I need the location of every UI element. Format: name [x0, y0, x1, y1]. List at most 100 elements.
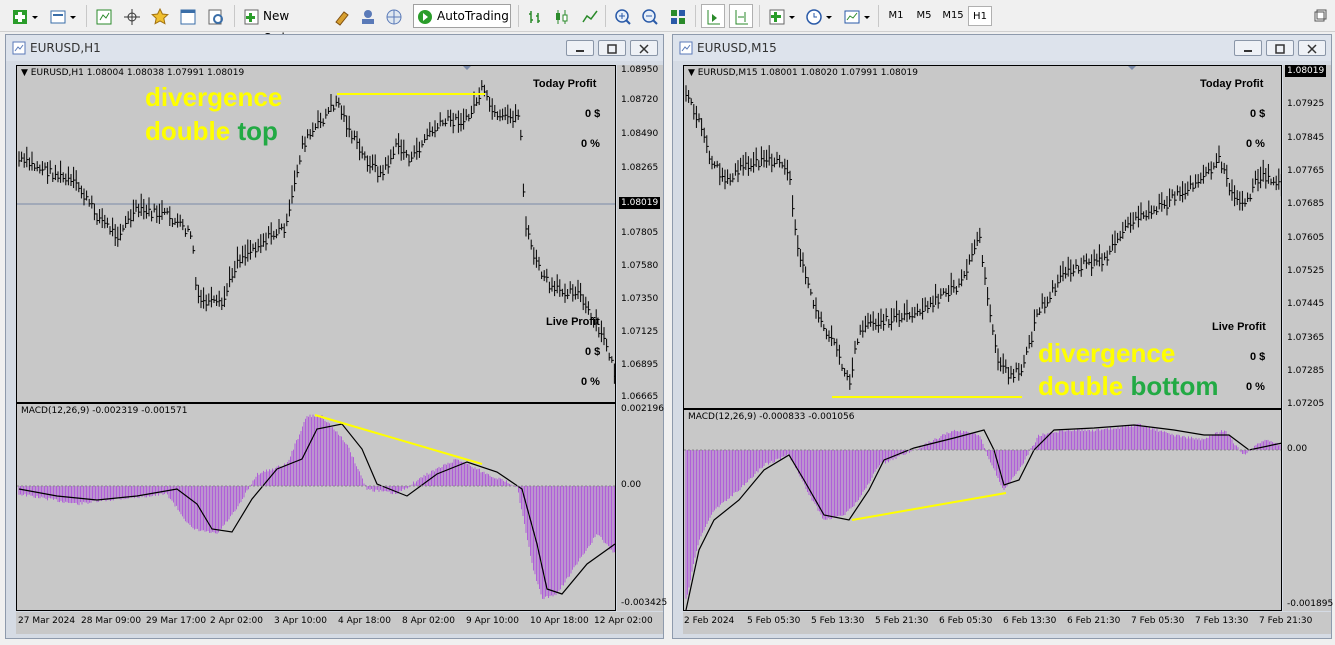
- bar-chart-button[interactable]: [524, 4, 546, 28]
- time-label: 6 Feb 13:30: [1003, 616, 1057, 626]
- time-axis[interactable]: 27 Mar 2024 28 Mar 09:00 29 Mar 17:00 2 …: [16, 612, 663, 634]
- candlestick-button[interactable]: [550, 4, 572, 28]
- chart-window-eurusd-h1: EURUSD,H1 ▼ EURUSD,H1 1.08004 1.08038 1.…: [5, 34, 667, 639]
- price-tick: 1.07845: [1287, 133, 1325, 143]
- minimize-button[interactable]: [566, 40, 594, 56]
- window-title: EURUSD,M15: [697, 41, 777, 55]
- periods-button[interactable]: [802, 4, 834, 28]
- maximize-button[interactable]: [1266, 40, 1294, 56]
- timeframe-h1[interactable]: H1: [968, 6, 992, 26]
- price-tick: 1.07925: [1287, 99, 1325, 109]
- price-pane[interactable]: ▼ EURUSD,H1 1.08004 1.08038 1.07991 1.08…: [16, 65, 616, 403]
- price-tick: 1.07525: [1287, 266, 1325, 276]
- macd-tick: 0.00: [621, 480, 642, 490]
- price-chart-canvas: [17, 66, 615, 384]
- signals-button[interactable]: [356, 4, 378, 28]
- maximize-icon: [607, 44, 617, 54]
- macd-pane[interactable]: MACD(12,26,9) -0.002319 -0.001571: [16, 403, 616, 611]
- autotrading-icon: [418, 10, 432, 24]
- time-label: 28 Mar 09:00: [81, 616, 142, 626]
- close-button[interactable]: [1298, 40, 1326, 56]
- restore-icon: [1314, 9, 1327, 22]
- live-profit-value: 0 $: [585, 346, 601, 358]
- strategy-tester-button[interactable]: [204, 4, 228, 28]
- annotation-divergence: divergence: [1038, 338, 1176, 368]
- crosshair-button[interactable]: [120, 4, 144, 28]
- chart-menu-arrow-icon[interactable]: ▼: [21, 68, 28, 78]
- live-profit-label: Live Profit: [546, 316, 600, 328]
- market-button[interactable]: [382, 4, 406, 28]
- zoom-out-button[interactable]: [638, 4, 660, 28]
- metaeditor-button[interactable]: [330, 4, 352, 28]
- price-tick: 1.07125: [621, 327, 659, 337]
- indicators-button[interactable]: [765, 4, 797, 28]
- restore-workspace-button[interactable]: [1308, 4, 1330, 28]
- price-tick: 1.07365: [1287, 333, 1325, 343]
- time-label: 6 Feb 21:30: [1067, 616, 1121, 626]
- maximize-button[interactable]: [598, 40, 626, 56]
- today-profit-percent: 0 %: [581, 138, 600, 150]
- market-watch-icon: [96, 9, 112, 25]
- macd-tick: 0.00: [1287, 444, 1308, 454]
- autoscroll-button[interactable]: [701, 4, 725, 28]
- time-label: 8 Apr 02:00: [402, 616, 455, 626]
- line-chart-button[interactable]: [578, 4, 600, 28]
- zoom-in-icon: [615, 9, 631, 25]
- profiles-button[interactable]: [46, 4, 80, 28]
- chart-shift-icon: [735, 10, 748, 25]
- main-toolbar: New Order AutoTrading: [0, 0, 1335, 45]
- chart-shift-button[interactable]: [729, 4, 753, 28]
- close-button[interactable]: [630, 40, 658, 56]
- price-tick: 1.07605: [1287, 233, 1325, 243]
- price-tick: 1.08950: [621, 65, 659, 75]
- tile-windows-icon: [671, 10, 685, 24]
- time-axis[interactable]: 2 Feb 2024 5 Feb 05:30 5 Feb 13:30 5 Feb…: [683, 612, 1331, 634]
- navigator-button[interactable]: [148, 4, 172, 28]
- today-profit-label: Today Profit: [533, 78, 597, 90]
- macd-title: MACD(12,26,9) -0.000833 -0.001056: [688, 412, 855, 422]
- price-axis[interactable]: 1.08019 1.07925 1.07845 1.07765 1.07685 …: [1283, 65, 1331, 409]
- maximize-icon: [1275, 44, 1285, 54]
- macd-axis: 0.00 -0.001895: [1283, 409, 1333, 611]
- price-tick: 1.06895: [621, 360, 659, 370]
- price-tick: 1.07580: [621, 261, 659, 271]
- shift-marker-icon: [1128, 66, 1136, 70]
- annotation-double-top: double top: [145, 114, 278, 148]
- chart-menu-arrow-icon[interactable]: ▼: [688, 68, 695, 78]
- window-title: EURUSD,H1: [30, 41, 101, 55]
- minimize-button[interactable]: [1234, 40, 1262, 56]
- price-axis[interactable]: 1.08950 1.08720 1.08490 1.08265 1.08019 …: [617, 65, 663, 403]
- price-tick: 1.07205: [1287, 399, 1325, 409]
- macd-chart-canvas: [17, 414, 615, 600]
- close-icon: [1307, 44, 1317, 54]
- macd-pane[interactable]: MACD(12,26,9) -0.000833 -0.001056: [683, 409, 1282, 611]
- zoom-in-button[interactable]: [611, 4, 633, 28]
- time-label: 2 Feb 2024: [684, 616, 735, 626]
- new-order-button[interactable]: New Order: [240, 4, 326, 45]
- today-profit-value: 0 $: [585, 108, 601, 120]
- macd-axis: 0.002196 0.00 -0.003425: [617, 403, 667, 611]
- new-chart-button[interactable]: [8, 4, 42, 28]
- price-pane[interactable]: ▼ EURUSD,M15 1.08001 1.08020 1.07991 1.0…: [683, 65, 1282, 409]
- price-tick: 1.07685: [1287, 199, 1325, 209]
- time-label: 10 Apr 18:00: [530, 616, 589, 626]
- window-titlebar[interactable]: EURUSD,H1: [6, 35, 663, 61]
- annotation-bottom: bottom: [1130, 371, 1219, 401]
- templates-button[interactable]: [840, 4, 872, 28]
- timeframe-m1[interactable]: M1: [883, 6, 909, 26]
- macd-tick: -0.003425: [621, 598, 668, 608]
- time-label: 27 Mar 2024: [18, 616, 76, 626]
- terminal-button[interactable]: [176, 4, 200, 28]
- candlestick-icon: [556, 10, 568, 24]
- market-watch-button[interactable]: [92, 4, 116, 28]
- window-titlebar[interactable]: EURUSD,M15: [673, 35, 1331, 61]
- autotrading-button[interactable]: AutoTrading: [413, 4, 511, 28]
- clock-icon: [806, 9, 832, 25]
- tile-windows-button[interactable]: [666, 4, 688, 28]
- timeframe-m5[interactable]: M5: [910, 6, 938, 26]
- today-profit-value: 0 $: [1250, 108, 1266, 120]
- time-label: 7 Feb 21:30: [1259, 616, 1313, 626]
- timeframe-m15[interactable]: M15: [938, 6, 968, 26]
- time-label: 5 Feb 21:30: [875, 616, 929, 626]
- editor-icon: [335, 11, 349, 26]
